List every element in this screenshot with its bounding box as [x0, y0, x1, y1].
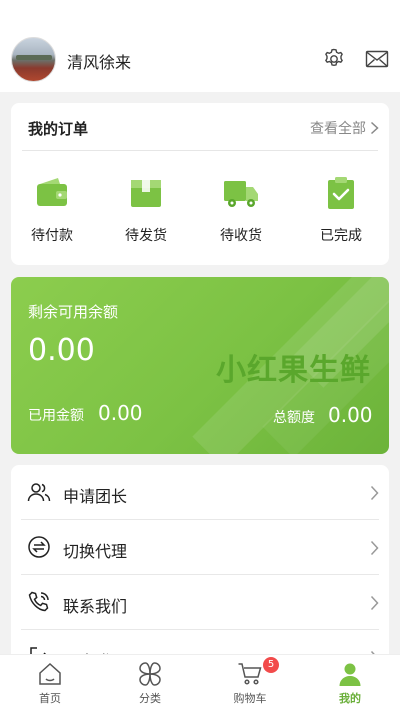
tab-mine[interactable]: 我的 [300, 655, 400, 711]
username: 清风徐来 [67, 53, 132, 72]
tab-label: 首页 [39, 692, 61, 705]
menu-item-label: 切换代理 [63, 542, 128, 561]
menu-list: 申请团长 切换代理 联系我们 退出登录 [11, 465, 389, 665]
category-icon [139, 662, 161, 686]
brand-watermark: 小红果生鲜 [216, 353, 371, 388]
used-amount-value: 0.00 [98, 401, 143, 425]
gear-icon[interactable] [322, 47, 346, 71]
menu-item-label: 申请团长 [63, 487, 128, 506]
menu-item-contact-us[interactable]: 联系我们 [11, 575, 389, 630]
mail-icon[interactable] [365, 47, 389, 71]
used-amount-label: 已用金额 [28, 408, 84, 424]
box-icon [131, 180, 161, 207]
divider [22, 150, 378, 151]
cart-badge: 5 [263, 657, 279, 673]
user-icon [339, 663, 361, 686]
truck-icon [224, 181, 258, 207]
order-pending-receipt[interactable]: 待收货 [206, 175, 276, 245]
chevron-right-icon [370, 540, 379, 556]
avatar[interactable] [11, 37, 56, 82]
tab-category[interactable]: 分类 [100, 655, 200, 711]
view-all-link[interactable]: 查看全部 [310, 118, 379, 138]
orders-title: 我的订单 [28, 120, 89, 138]
total-credit-value: 0.00 [328, 403, 373, 427]
bottom-tab-bar: 首页 分类 5 购物车 我的 [0, 654, 400, 711]
chevron-right-icon [370, 485, 379, 501]
order-pending-shipment[interactable]: 待发货 [111, 175, 181, 245]
wallet-icon [37, 178, 67, 206]
profile-header: 清风徐来 [0, 0, 400, 92]
chevron-right-icon [370, 595, 379, 611]
menu-item-apply-leader[interactable]: 申请团长 [11, 465, 389, 520]
order-pending-payment[interactable]: 待付款 [17, 175, 87, 245]
balance-card: 剩余可用余额 0.00 小红果生鲜 已用金额 0.00 总额度 0.00 [11, 277, 389, 454]
tab-label: 我的 [339, 692, 361, 705]
balance-amount: 0.00 [28, 333, 95, 368]
order-label: 待收货 [220, 228, 262, 244]
orders-card: 我的订单 查看全部 待付款 待发货 待收货 已完成 [11, 103, 389, 265]
balance-label: 剩余可用余额 [28, 303, 119, 321]
order-label: 待发货 [125, 228, 167, 244]
menu-item-switch-agent[interactable]: 切换代理 [11, 520, 389, 575]
users-icon [27, 483, 51, 502]
tab-label: 购物车 [233, 692, 267, 705]
phone-icon [28, 591, 49, 612]
order-label: 已完成 [320, 228, 362, 244]
tab-home[interactable]: 首页 [0, 655, 100, 711]
chevron-right-icon [370, 121, 379, 135]
order-completed[interactable]: 已完成 [306, 175, 376, 245]
tab-label: 分类 [139, 692, 161, 705]
clipboard-check-icon [328, 177, 354, 209]
menu-item-label: 联系我们 [63, 597, 128, 616]
home-icon [39, 662, 61, 685]
total-credit-label: 总额度 [273, 410, 315, 426]
cart-icon [238, 663, 262, 685]
switch-icon [28, 536, 50, 558]
view-all-label: 查看全部 [310, 121, 366, 137]
tab-cart[interactable]: 5 购物车 [200, 655, 300, 711]
order-label: 待付款 [31, 228, 73, 244]
